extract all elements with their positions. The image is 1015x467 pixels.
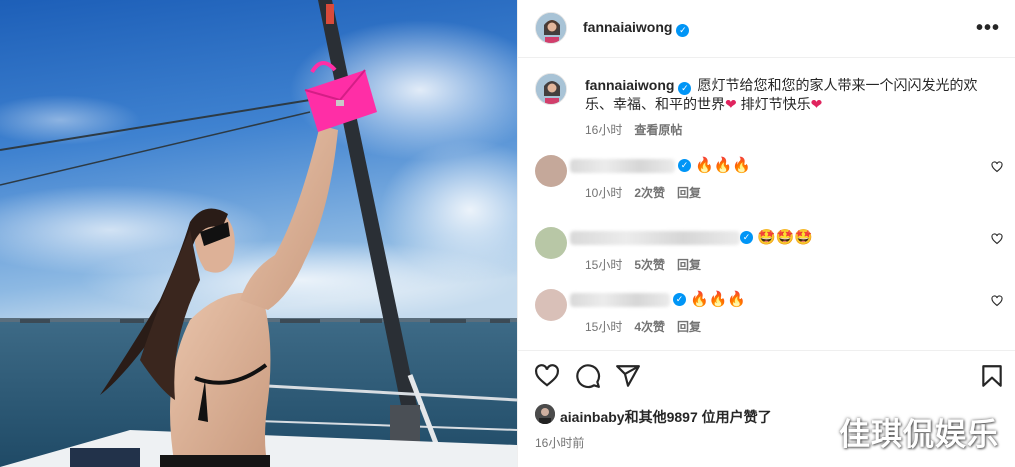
comment-item: ✓ 🔥🔥🔥 10小时 2次赞 回复 xyxy=(518,155,1015,221)
share-icon[interactable] xyxy=(615,363,641,389)
heart-icon[interactable] xyxy=(534,363,560,389)
comment-text: 🤩🤩🤩 xyxy=(757,229,814,246)
comment-icon[interactable] xyxy=(575,363,601,389)
comment-likes[interactable]: 4次赞 xyxy=(634,320,665,334)
verified-icon: ✓ xyxy=(740,231,753,244)
reply-button[interactable]: 回复 xyxy=(677,320,701,334)
author-avatar-image xyxy=(536,13,566,43)
red-heart-emoji: ❤ xyxy=(725,96,737,112)
bookmark-icon[interactable] xyxy=(979,363,1005,389)
view-original-link[interactable]: 查看原帖 xyxy=(634,123,682,137)
likes-text[interactable]: aiainbaby和其他9897 位用户赞了 xyxy=(560,407,772,427)
comment-likes[interactable]: 5次赞 xyxy=(634,258,665,272)
verified-icon: ✓ xyxy=(678,82,692,95)
verified-icon: ✓ xyxy=(676,24,690,37)
post-caption: fannaiaiwong ✓ 愿灯节给您和您的家人带来一个闪闪发光的欢乐、幸福、和平… xyxy=(585,76,990,114)
author-username[interactable]: fannaiaiwong ✓ xyxy=(583,19,690,37)
comment-text: 🔥🔥🔥 xyxy=(690,291,747,308)
comment-heart-icon[interactable] xyxy=(991,295,1003,307)
caption-time: 16小时 xyxy=(585,123,623,137)
commenter-name-blurred[interactable] xyxy=(570,231,740,245)
commenter-avatar-blurred[interactable] xyxy=(535,289,567,321)
comment-item: ✓ 🤩🤩🤩 15小时 5次赞 回复 xyxy=(518,227,1015,293)
comment-heart-icon[interactable] xyxy=(991,233,1003,245)
post-photo[interactable] xyxy=(0,0,517,467)
commenter-avatar-blurred[interactable] xyxy=(535,227,567,259)
liker-avatar[interactable] xyxy=(535,404,555,424)
comment-time: 15小时 xyxy=(585,258,623,272)
post-timestamp: 16小时前 xyxy=(535,436,585,450)
verified-icon: ✓ xyxy=(673,293,686,306)
verified-icon: ✓ xyxy=(678,159,691,172)
commenter-name-blurred[interactable] xyxy=(570,293,670,307)
caption-username[interactable]: fannaiaiwong ✓ xyxy=(585,77,692,95)
comment-heart-icon[interactable] xyxy=(991,161,1003,173)
caption-meta: 16小时 查看原帖 xyxy=(585,121,694,138)
comment-meta: 10小时 2次赞 回复 xyxy=(585,184,713,201)
reply-button[interactable]: 回复 xyxy=(677,258,701,272)
commenter-name-blurred[interactable] xyxy=(570,159,675,173)
comment-text: 🔥🔥🔥 xyxy=(695,157,752,174)
photo-illustration xyxy=(0,0,517,467)
reply-button[interactable]: 回复 xyxy=(677,186,701,200)
comment-item: ✓ 🔥🔥🔥 15小时 4次赞 回复 xyxy=(518,289,1015,355)
commenter-avatar-blurred[interactable] xyxy=(535,155,567,187)
red-heart-emoji: ❤ xyxy=(810,96,823,112)
more-icon[interactable]: ••• xyxy=(976,18,1000,38)
comment-time: 10小时 xyxy=(585,186,623,200)
likes-count-text[interactable]: 和其他9897 位用户赞了 xyxy=(625,409,772,425)
comment-meta: 15小时 5次赞 回复 xyxy=(585,256,713,273)
comment-likes[interactable]: 2次赞 xyxy=(634,186,665,200)
caption-text-2: 排灯节快乐 xyxy=(736,96,811,112)
post-detail-panel: fannaiaiwong ✓ ••• fannaiaiwong ✓ 愿灯节给您和您的家… xyxy=(517,0,1015,467)
author-avatar[interactable] xyxy=(535,12,567,44)
post-header: fannaiaiwong ✓ ••• xyxy=(518,0,1015,58)
action-bar xyxy=(518,350,1015,400)
watermark-text: 佳琪侃娱乐 xyxy=(839,417,999,453)
caption-avatar[interactable] xyxy=(535,73,567,105)
liker-username[interactable]: aiainbaby xyxy=(560,409,625,425)
comment-meta: 15小时 4次赞 回复 xyxy=(585,318,713,335)
comment-time: 15小时 xyxy=(585,320,623,334)
liker-avatar-image xyxy=(535,404,555,424)
caption-avatar-image xyxy=(536,74,566,104)
